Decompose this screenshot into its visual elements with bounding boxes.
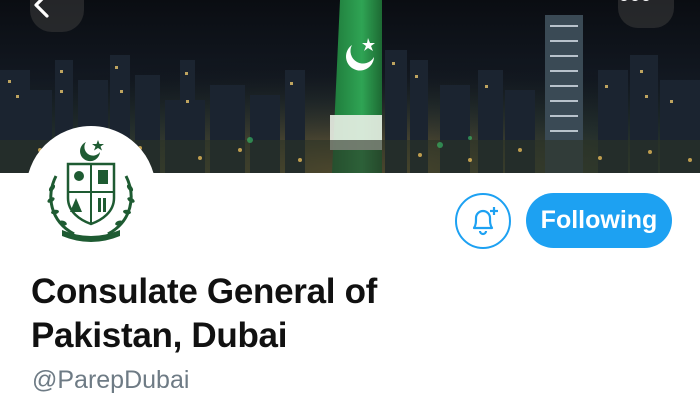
profile-avatar[interactable] <box>26 126 156 256</box>
bell-plus-icon <box>472 207 498 236</box>
profile-handle: @ParepDubai <box>32 366 190 394</box>
more-dots-icon <box>621 0 649 1</box>
more-options-button[interactable] <box>618 0 674 28</box>
profile-display-name: Consulate General of Pakistan, Dubai <box>31 272 378 355</box>
chevron-left-icon <box>34 0 49 18</box>
notifications-button[interactable] <box>455 193 511 249</box>
following-button[interactable]: Following <box>526 193 672 248</box>
state-emblem-logo <box>47 140 135 242</box>
